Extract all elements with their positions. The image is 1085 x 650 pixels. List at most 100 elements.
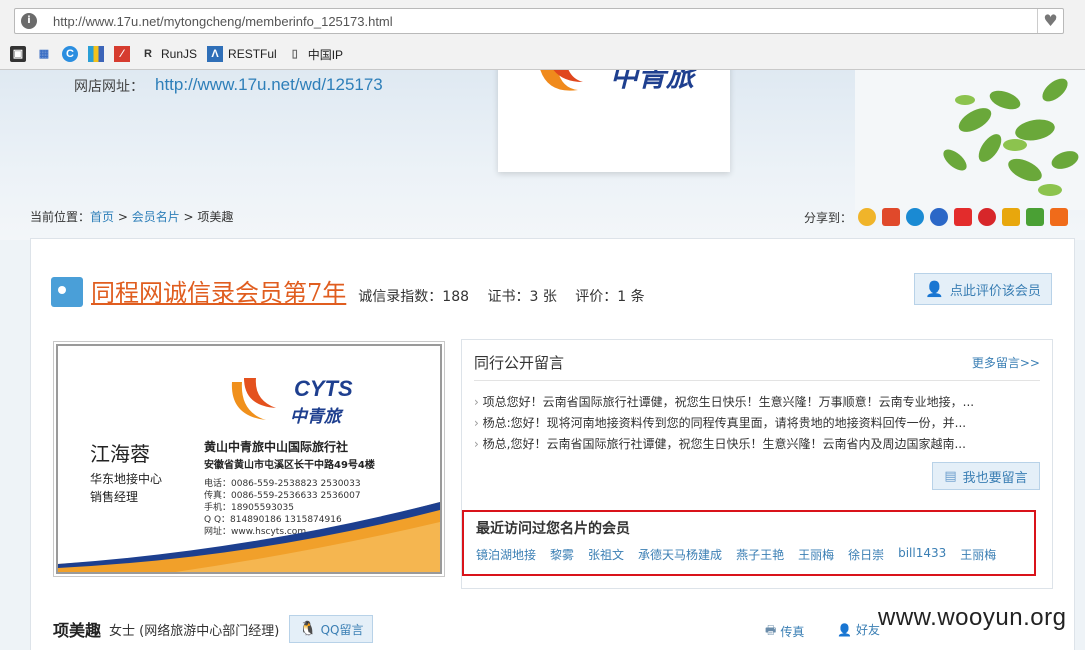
qq-message-button[interactable]: 🐧 QQ留言 (289, 615, 374, 643)
visitor-link[interactable]: 镜泊湖地接 (476, 546, 536, 563)
apps-grid-icon: ▦ (38, 48, 50, 60)
bookmark-apps[interactable]: ▦ (36, 46, 52, 62)
bookmark-red[interactable]: ⁄ (114, 46, 130, 62)
bookmark-restful[interactable]: Λ RESTFul (207, 46, 277, 62)
card-person-name: 江海蓉 (90, 442, 150, 466)
message-item[interactable]: 杨总,您好！云南省国际旅行社谭健，祝您生日快乐！生意兴隆！云南省内及周边国家越南… (474, 434, 1040, 455)
note-icon: ▤ (944, 468, 957, 484)
refresh-c-icon: C (62, 46, 78, 62)
address-bar[interactable]: i http://www.17u.net/mytongcheng/memberi… (14, 8, 1064, 34)
red-square-icon: ⁄ (114, 46, 130, 62)
visitor-link[interactable]: 张祖文 (588, 546, 624, 563)
card-fax: 传真：0086-559-2536633 2536007 (204, 491, 361, 501)
page-icon: ▯ (291, 48, 298, 60)
recent-visitors-box: 最近访问过您名片的会员 镜泊湖地接 黎雾 张祖文 承德天马杨建成 燕子王艳 王丽… (462, 510, 1036, 576)
breadcrumb-home-link[interactable]: 首页 (90, 210, 114, 224)
card-wave-decoration-icon (58, 502, 440, 572)
share-douban-icon[interactable] (1026, 208, 1045, 226)
visitor-link[interactable]: bill1433 (898, 546, 946, 563)
business-card[interactable]: CYTS 中青旅 江海蓉 华东地接中心 销售经理 黄山中青旅中山国际旅行社 安徽… (53, 341, 445, 577)
share-bar: 分享到： (804, 208, 1069, 226)
visitor-link[interactable]: 王丽梅 (960, 546, 996, 563)
member-card-icon (51, 277, 83, 307)
share-label: 分享到： (804, 210, 853, 225)
restful-icon: Λ (207, 46, 224, 62)
breadcrumb-separator: > (114, 210, 132, 224)
bookmark-ip[interactable]: ▯ 中国IP (287, 46, 343, 63)
runjs-icon: R (144, 48, 152, 60)
share-more-icon[interactable] (1050, 208, 1069, 226)
cyts-logo-icon: 中青旅 (540, 70, 699, 93)
share-tqq-icon[interactable] (906, 208, 925, 226)
friend-action-label: 好友 (855, 623, 880, 637)
browser-chrome: i http://www.17u.net/mytongcheng/memberi… (0, 0, 1085, 70)
member-year-title[interactable]: 同程网诚信录会员第7年 (91, 273, 346, 308)
card-dept-line: 华东地接中心 (90, 472, 163, 486)
breadcrumb-current: 项美趣 (197, 210, 234, 224)
public-messages-panel: 同行公开留言 更多留言>> 项总您好！云南省国际旅行社谭健，祝您生日快乐！生意兴… (461, 339, 1053, 589)
review-count: 评价：1 条 (575, 289, 645, 305)
bookmark-tab[interactable]: ▣ (10, 46, 26, 62)
cyts-swirl-icon (231, 378, 276, 420)
svg-text:中青旅: 中青旅 (610, 70, 699, 93)
bookmark-ip-label: 中国IP (307, 47, 344, 62)
leave-message-label: 我也要留言 (962, 470, 1028, 486)
bookmark-runjs[interactable]: R RunJS (140, 46, 197, 62)
bookmark-runjs-label: RunJS (161, 47, 198, 61)
breadcrumb-cards-link[interactable]: 会员名片 (132, 210, 180, 224)
messages-divider (474, 380, 1040, 381)
tab-icon: ▣ (10, 46, 26, 62)
share-tianya-icon[interactable] (1002, 208, 1021, 226)
member-panel: 同程网诚信录会员第7年 诚信录指数：188 证书：3 张 评价：1 条 👤 点此… (30, 238, 1075, 650)
company-logo-card: 中青旅 (498, 70, 730, 172)
messages-heading: 同行公开留言 (474, 354, 565, 372)
qq-message-label: QQ留言 (320, 622, 364, 637)
printer-icon: 🖶 (765, 623, 777, 637)
shop-url-link[interactable]: http://www.17u.net/wd/125173 (155, 75, 383, 95)
share-weibo-icon[interactable] (882, 208, 901, 226)
share-pengyou-icon[interactable] (978, 208, 997, 226)
wooyun-watermark: www.wooyun.org (878, 604, 1067, 631)
visitor-link[interactable]: 燕子王艳 (736, 546, 784, 563)
plant-decoration-icon (855, 70, 1085, 210)
shop-url-label: 网店网址： (74, 79, 144, 95)
member-stats: 诚信录指数：188 证书：3 张 评价：1 条 (358, 286, 658, 306)
visitor-link[interactable]: 承德天马杨建成 (638, 546, 722, 563)
credit-index: 诚信录指数：188 (358, 289, 470, 305)
card-brand-en: CYTS (294, 376, 353, 401)
recent-visitors-heading: 最近访问过您名片的会员 (476, 521, 630, 537)
share-renren-icon[interactable] (930, 208, 949, 226)
more-messages-link[interactable]: 更多留言>> (972, 354, 1040, 371)
breadcrumb-separator: > (179, 210, 198, 224)
message-item[interactable]: 项总您好！云南省国际旅行社谭健，祝您生日快乐！生意兴隆！万事顺意！云南专业地接，… (474, 392, 1040, 413)
breadcrumb: 当前位置：首页 > 会员名片 > 项美趣 (30, 208, 233, 225)
profile-row: 项美趣 女士 (网络旅游中心部门经理) 🐧 QQ留言 (53, 615, 374, 643)
certificate-count: 证书：3 张 (487, 289, 557, 305)
message-item[interactable]: 杨总:您好！现将河南地接资料传到您的同程传真里面，请将贵地的地接资料回传一份，并… (474, 413, 1040, 434)
messages-list: 项总您好！云南省国际旅行社谭健，祝您生日快乐！生意兴隆！万事顺意！云南专业地接，… (474, 392, 1040, 455)
card-address: 安徽省黄山市屯溪区长干中路49号4楼 (204, 460, 375, 471)
rate-person-icon: 👤 (925, 280, 944, 298)
visitor-link[interactable]: 徐日崇 (848, 546, 884, 563)
favorite-heart-icon[interactable]: ♥ (1037, 9, 1063, 33)
bookmark-refresh[interactable]: C (62, 46, 78, 62)
bookmark-restful-label: RESTFul (228, 47, 277, 61)
qq-penguin-icon: 🐧 (299, 621, 317, 637)
bookmark-chart[interactable] (88, 46, 104, 62)
share-kaixin-icon[interactable] (954, 208, 973, 226)
card-company: 黄山中青旅中山国际旅行社 (204, 440, 349, 454)
address-url[interactable]: http://www.17u.net/mytongcheng/memberinf… (53, 14, 393, 29)
color-chart-icon (88, 46, 104, 62)
fax-action[interactable]: 🖶 传真 (765, 621, 804, 642)
member-title-row: 同程网诚信录会员第7年 诚信录指数：188 证书：3 张 评价：1 条 (51, 271, 659, 308)
visitor-link[interactable]: 黎雾 (550, 546, 574, 563)
friend-action[interactable]: 👤 好友 (837, 621, 880, 638)
business-card-image: CYTS 中青旅 江海蓉 华东地接中心 销售经理 黄山中青旅中山国际旅行社 安徽… (56, 344, 442, 574)
share-qzone-icon[interactable] (858, 208, 877, 226)
rate-member-label: 点此评价该会员 (949, 283, 1041, 299)
rate-member-button[interactable]: 👤 点此评价该会员 (914, 273, 1052, 305)
visitor-link[interactable]: 王丽梅 (798, 546, 834, 563)
leave-message-button[interactable]: ▤ 我也要留言 (932, 462, 1040, 490)
recent-visitors-list: 镜泊湖地接 黎雾 张祖文 承德天马杨建成 燕子王艳 王丽梅 徐日崇 bill14… (476, 546, 996, 563)
site-info-icon[interactable]: i (21, 13, 37, 29)
